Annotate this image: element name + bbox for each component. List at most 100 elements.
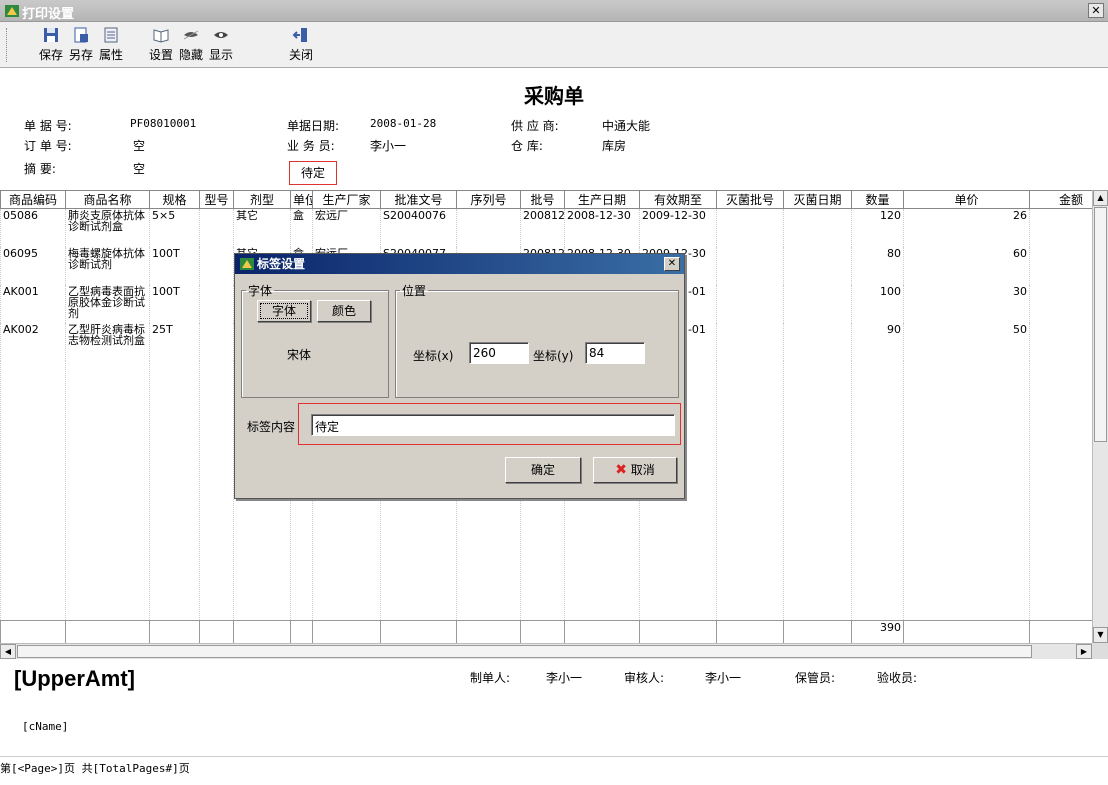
color-button[interactable]: 颜色 xyxy=(317,300,371,322)
column-header[interactable]: 单价 xyxy=(903,190,1030,209)
column-header[interactable]: 灭菌日期 xyxy=(783,190,852,209)
maker-label: 制单人: xyxy=(470,671,511,685)
table-cell xyxy=(783,246,852,285)
table-cell: 肺炎支原体抗体诊断试剂盒 xyxy=(65,208,150,247)
table-cell xyxy=(1029,208,1092,247)
table-cell: 乙型肝炎病毒标志物检测试剂盒 xyxy=(65,322,150,361)
eye-icon xyxy=(214,32,228,38)
doc-no-label: 单 据 号: xyxy=(24,119,72,133)
table-cell xyxy=(199,246,234,285)
column-header[interactable]: 商品名称 xyxy=(65,190,150,209)
column-header[interactable]: 有效期至 xyxy=(639,190,717,209)
table-cell: 盒 xyxy=(290,208,313,247)
table-cell: 05086 xyxy=(0,208,66,247)
font-button[interactable]: 字体 xyxy=(257,300,311,322)
table-cell xyxy=(783,322,852,361)
label-content-label: 标签内容 xyxy=(247,420,296,434)
scroll-up-arrow-icon[interactable]: ▲ xyxy=(1093,190,1108,206)
horizontal-scroll-thumb[interactable] xyxy=(17,645,1032,658)
dialog-title-bar: 标签设置 ✕ xyxy=(235,254,684,274)
save-button[interactable]: 保存 xyxy=(36,26,66,64)
label-content-input[interactable]: 待定 xyxy=(311,414,675,436)
table-cell: 25T xyxy=(149,322,200,361)
upper-amount-field: [UpperAmt] xyxy=(14,666,135,691)
column-header[interactable]: 商品编码 xyxy=(0,190,66,209)
table-cell xyxy=(716,284,784,323)
eye-closed-icon xyxy=(183,30,199,40)
table-cell: 30 xyxy=(903,284,1030,323)
table-cell: 80 xyxy=(851,246,904,285)
scroll-corner xyxy=(1092,643,1108,659)
column-header[interactable]: 生产厂家 xyxy=(312,190,381,209)
column-header[interactable]: 灭菌批号 xyxy=(716,190,784,209)
save-as-icon xyxy=(74,27,88,43)
vertical-scrollbar[interactable]: ▲ ▼ xyxy=(1092,190,1108,643)
column-header[interactable]: 单位 xyxy=(290,190,313,209)
column-header[interactable]: 序列号 xyxy=(456,190,521,209)
table-cell xyxy=(783,208,852,247)
settings-button[interactable]: 设置 xyxy=(146,26,176,64)
table-cell: 梅毒螺旋体抗体诊断试剂 xyxy=(65,246,150,285)
font-group-label: 字体 xyxy=(248,284,273,298)
x-coordinate-input[interactable]: 260 xyxy=(469,342,529,364)
position-group: 位置 xyxy=(395,282,679,398)
hide-button[interactable]: 隐藏 xyxy=(176,26,206,64)
table-cell xyxy=(199,284,234,323)
column-header[interactable]: 批准文号 xyxy=(380,190,457,209)
table-row[interactable]: 05086 肺炎支原体抗体诊断试剂盒 5×5 其它盒宏远厂 S20040076 20081… xyxy=(0,208,1092,247)
dialog-app-icon xyxy=(240,258,254,270)
horizontal-scrollbar[interactable]: ◀ ▶ xyxy=(0,643,1092,659)
stamp-label[interactable]: 待定 xyxy=(289,161,337,185)
position-group-label: 位置 xyxy=(402,284,427,298)
table-cell: 200812 xyxy=(520,208,565,247)
vertical-scroll-thumb[interactable] xyxy=(1094,207,1107,442)
table-cell: S20040076 xyxy=(380,208,457,247)
column-header[interactable]: 金额 xyxy=(1029,190,1092,209)
auditor-value: 李小一 xyxy=(705,671,742,685)
column-header[interactable]: 规格 xyxy=(149,190,200,209)
toolbar: 保存 另存 属性 设置 隐藏 显示 关闭 xyxy=(0,22,1108,68)
show-button[interactable]: 显示 xyxy=(206,26,236,64)
dialog-close-button[interactable]: ✕ xyxy=(664,257,680,271)
ok-button[interactable]: 确定 xyxy=(505,457,581,483)
cancel-x-icon: ✖ xyxy=(615,462,627,478)
table-cell: 5×5 xyxy=(149,208,200,247)
column-header[interactable]: 型号 xyxy=(199,190,234,209)
column-header[interactable]: 数量 xyxy=(851,190,904,209)
save-as-button[interactable]: 另存 xyxy=(66,26,96,64)
table-cell: 100 xyxy=(851,284,904,323)
table-cell: 宏远厂 xyxy=(312,208,381,247)
table-cell: 乙型病毒表面抗原胶体金诊断试剂 xyxy=(65,284,150,323)
close-button[interactable]: 关闭 xyxy=(286,26,316,64)
label-settings-dialog: 标签设置 ✕ 字体 字体 颜色 宋体 位置 坐标(x) 260 坐标(y) 84… xyxy=(234,253,685,499)
app-icon xyxy=(5,5,19,17)
keeper-label: 保管员: xyxy=(795,671,836,685)
save-icon xyxy=(44,28,58,42)
salesman-label: 业 务 员: xyxy=(287,139,335,153)
table-cell: 2009-12-30 xyxy=(639,208,717,247)
table-cell xyxy=(199,208,234,247)
document-title: 采购单 xyxy=(524,84,584,108)
summary-label: 摘 要: xyxy=(24,162,56,176)
table-cell xyxy=(716,246,784,285)
scroll-left-arrow-icon[interactable]: ◀ xyxy=(0,644,16,659)
table-cell: 90 xyxy=(851,322,904,361)
cancel-button[interactable]: ✖ 取消 xyxy=(593,457,677,483)
table-cell xyxy=(716,322,784,361)
window-close-button[interactable]: ✕ xyxy=(1088,3,1104,18)
maker-value: 李小一 xyxy=(546,671,583,685)
column-header[interactable]: 批号 xyxy=(520,190,565,209)
table-cell: AK002 xyxy=(0,322,66,361)
cancel-button-label: 取消 xyxy=(630,463,655,477)
dialog-title: 标签设置 xyxy=(257,257,306,271)
properties-button[interactable]: 属性 xyxy=(96,26,126,64)
scroll-down-arrow-icon[interactable]: ▼ xyxy=(1093,627,1108,643)
table-cell: 26 xyxy=(903,208,1030,247)
column-header[interactable]: 剂型 xyxy=(233,190,291,209)
column-header[interactable]: 生产日期 xyxy=(564,190,640,209)
table-cell: 50 xyxy=(903,322,1030,361)
scroll-right-arrow-icon[interactable]: ▶ xyxy=(1076,644,1092,659)
y-coordinate-input[interactable]: 84 xyxy=(585,342,645,364)
total-quantity: 390 xyxy=(851,620,904,643)
supplier-label: 供 应 商: xyxy=(511,119,559,133)
